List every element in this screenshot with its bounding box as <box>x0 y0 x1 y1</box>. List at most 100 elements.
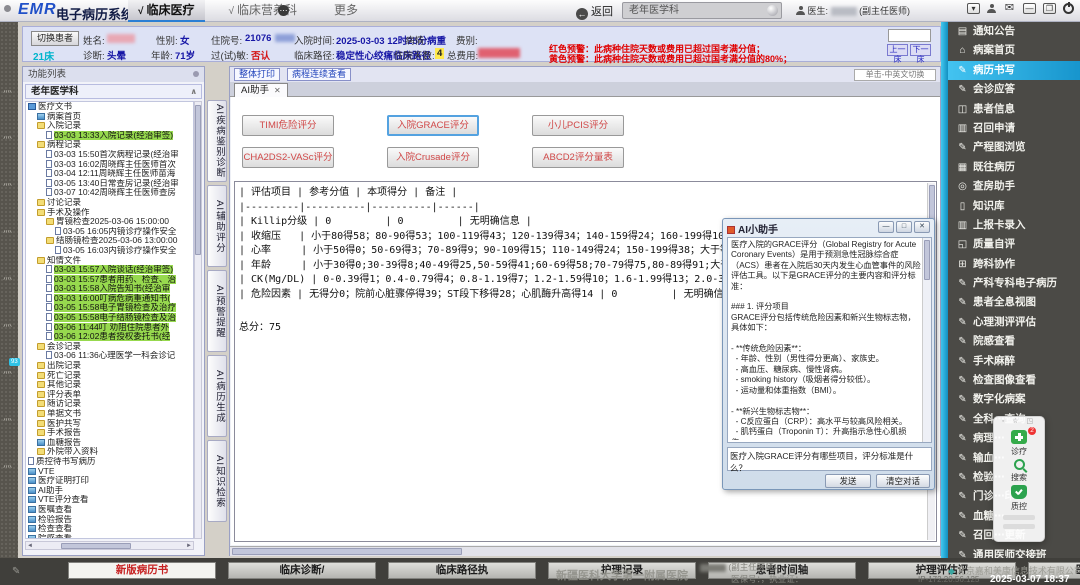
panel-mini-icons[interactable]: ◦ ☆ ◳ <box>994 417 1044 427</box>
sidebar-item[interactable]: 患者全息视图 <box>948 293 1080 312</box>
power-icon[interactable] <box>1063 3 1074 14</box>
tree-item[interactable]: 03-03 16:00叮病危病重通知书( <box>26 294 193 304</box>
ai-side-tab[interactable]: AI病历生成 <box>207 355 227 437</box>
question-input[interactable]: 医疗入院GRACE评分有哪些项目，评分标准是什么？ <box>727 447 932 471</box>
tree-item[interactable]: 03-07 10:42周晓辉主任医师查房 <box>26 188 193 198</box>
sidebar-item[interactable]: 知识库 <box>948 197 1080 216</box>
tree-item[interactable]: 03-05 16:05内镜诊疗操作安全 <box>26 227 193 237</box>
tree-horizontal-scrollbar[interactable]: ◄► <box>25 541 194 550</box>
close-icon[interactable]: ✕ <box>274 86 281 95</box>
tree-item[interactable]: 死亡记录 <box>26 371 193 381</box>
tree-item[interactable]: 03-03 15:58入院告知书(经治审 <box>26 284 193 294</box>
dock-icon[interactable]: 灬 <box>3 222 12 235</box>
sidebar-item[interactable]: 院感查看 <box>948 332 1080 351</box>
tree-department-dropdown[interactable]: 老年医学科∧ <box>25 84 202 99</box>
tree-item[interactable]: 血糖报告 <box>26 438 193 448</box>
sidebar-item[interactable]: 通用医师交接班 <box>948 546 1080 558</box>
tree-item[interactable]: 03-05 13:40日常查房记录(经治审 <box>26 179 193 189</box>
tree-item[interactable]: 结肠镜检查2025-03-06 13:00:00 <box>26 236 193 246</box>
clear-chat-button[interactable]: 清空对话 <box>876 474 930 488</box>
tree-item[interactable]: AI助手 <box>26 486 193 496</box>
tree-item[interactable]: VTE <box>26 467 193 477</box>
pin-icon[interactable] <box>193 71 199 77</box>
bottom-tab[interactable]: 临床路径执 <box>388 562 536 579</box>
minimize-icon[interactable]: — <box>878 221 894 233</box>
next-bed-button[interactable]: 下一床 <box>910 44 931 56</box>
dock-icon[interactable]: 灬 <box>3 269 12 282</box>
ai-side-tab[interactable]: AI预警提醒 <box>207 270 227 352</box>
score-button[interactable]: CHA2DS2-VASc评分 <box>242 147 334 168</box>
user-icon[interactable] <box>987 4 996 13</box>
tree-item[interactable]: 其他记录 <box>26 380 193 390</box>
sidebar-item[interactable]: 会诊应答 <box>948 80 1080 99</box>
tree-item[interactable]: 03-06 12:02患者授权委托书(经 <box>26 332 193 342</box>
tree-item[interactable]: 手术及操作 <box>26 208 193 218</box>
tree-item[interactable]: 03-05 15:58电子胃镜检查及治疗 <box>26 303 193 313</box>
tree-item[interactable]: 外院带入资料 <box>26 447 193 457</box>
bottom-tab[interactable]: 临床诊断/ <box>228 562 376 579</box>
dock-icon[interactable]: 灬 <box>3 175 12 188</box>
sidebar-item[interactable]: 心理测评评估 <box>948 313 1080 332</box>
tab-ai-assistant[interactable]: AI助手✕ <box>234 83 288 97</box>
restore-icon[interactable]: ❐ <box>1043 3 1056 14</box>
tree-item[interactable]: 检验报告 <box>26 515 193 525</box>
sidebar-item[interactable]: 产程图浏览 <box>948 138 1080 157</box>
dialog-scrollbar[interactable] <box>922 238 931 442</box>
tree-item[interactable]: 质控待书写病历 <box>26 457 193 467</box>
float-panel-item[interactable]: 质控 <box>994 485 1044 511</box>
score-button[interactable]: TIMI危险评分 <box>242 115 334 136</box>
mail-icon[interactable]: ✉ <box>1003 3 1016 14</box>
prev-bed-button[interactable]: 上一床 <box>887 44 908 56</box>
sidebar-item[interactable]: 病历书写 <box>948 61 1080 80</box>
sidebar-item[interactable]: 手术麻醉 <box>948 352 1080 371</box>
sidebar-item[interactable]: 上报卡录入 <box>948 216 1080 235</box>
sidebar-item[interactable]: 既往病历 <box>948 158 1080 177</box>
tree-item[interactable]: 讨论记录 <box>26 198 193 208</box>
pin-icon[interactable]: ✎ <box>12 566 20 577</box>
sidebar-item[interactable]: 病案首页 <box>948 41 1080 60</box>
tree-item[interactable]: 03-03 15:50首次病程记录(经治审 <box>26 150 193 160</box>
sidebar-item[interactable]: 通知公告 <box>948 22 1080 41</box>
tree-item[interactable]: 03-05 15:58电子结肠镜检查及治 <box>26 313 193 323</box>
tree-item[interactable]: 出院记录 <box>26 361 193 371</box>
sidebar-item[interactable]: 跨科协作 <box>948 255 1080 274</box>
top-nav-tab[interactable]: √临床医疗 <box>128 0 205 22</box>
tree-item[interactable]: 03-04 12:11周晓辉主任医师苗海 <box>26 169 193 179</box>
tree-item[interactable]: 03-03 15:57入院谈话(经治审签) <box>26 265 193 275</box>
score-button[interactable]: 入院GRACE评分 <box>387 115 479 136</box>
top-nav-tab[interactable]: √临床营养科 <box>219 0 308 22</box>
tree-item[interactable]: 检查查看 <box>26 524 193 534</box>
tree-item[interactable]: 胃镜检查2025-03-06 15:00:00 <box>26 217 193 227</box>
switch-patient-button[interactable]: 切换患者 <box>31 31 79 46</box>
tree-item[interactable]: 03-06 11:36心理医学一科会诊记 <box>26 351 193 361</box>
print-whole-button[interactable]: 整体打印 <box>234 68 280 81</box>
ai-side-tab[interactable]: AI疾病鉴别诊断 <box>207 100 227 182</box>
dock-icon[interactable]: 灬 <box>3 82 12 95</box>
score-button[interactable]: ABCD2评分量表 <box>532 147 624 168</box>
tree-item[interactable]: 单据文书 <box>26 409 193 419</box>
tree-item[interactable]: 医嘱查看 <box>26 505 193 515</box>
top-nav-tab[interactable]: 更多 <box>321 0 368 22</box>
tree-vertical-scrollbar[interactable] <box>194 101 202 539</box>
tree-item[interactable]: 03-06 11:44叮 劝阻住院患者外 <box>26 323 193 333</box>
sidebar-item[interactable]: 召回申请 <box>948 119 1080 138</box>
score-button[interactable]: 小儿PCIS评分 <box>532 115 624 136</box>
float-panel-item[interactable]: 搜索 <box>994 459 1044 482</box>
tree-item[interactable]: 03-03 13:33入院记录(经治审签) <box>26 131 193 141</box>
back-button[interactable]: ←返回 <box>576 3 613 20</box>
tree-item[interactable]: 知情文件 <box>26 256 193 266</box>
dock-icon[interactable]: 灬 <box>3 410 12 423</box>
dock-icon[interactable]: 灬 <box>3 128 12 141</box>
score-button[interactable]: 入院Crusade评分 <box>387 147 479 168</box>
minimize-icon[interactable]: — <box>1023 3 1036 14</box>
tree-item[interactable]: 评分表单 <box>26 390 193 400</box>
tree-item[interactable]: 医疗文书 <box>26 102 193 112</box>
tree-item[interactable]: 手术报告 <box>26 428 193 438</box>
sidebar-item[interactable]: 质量自评 <box>948 235 1080 254</box>
language-toggle[interactable]: 单击-中英文切换 <box>854 69 936 81</box>
tree-item[interactable]: 病案首页 <box>26 112 193 122</box>
main-horizontal-scrollbar[interactable] <box>230 546 940 556</box>
float-panel-item[interactable]: 2 诊疗 <box>994 430 1044 456</box>
bottom-tab[interactable]: 新版病历书 <box>68 562 216 579</box>
continuous-view-button[interactable]: 病程连续查看 <box>287 68 351 81</box>
